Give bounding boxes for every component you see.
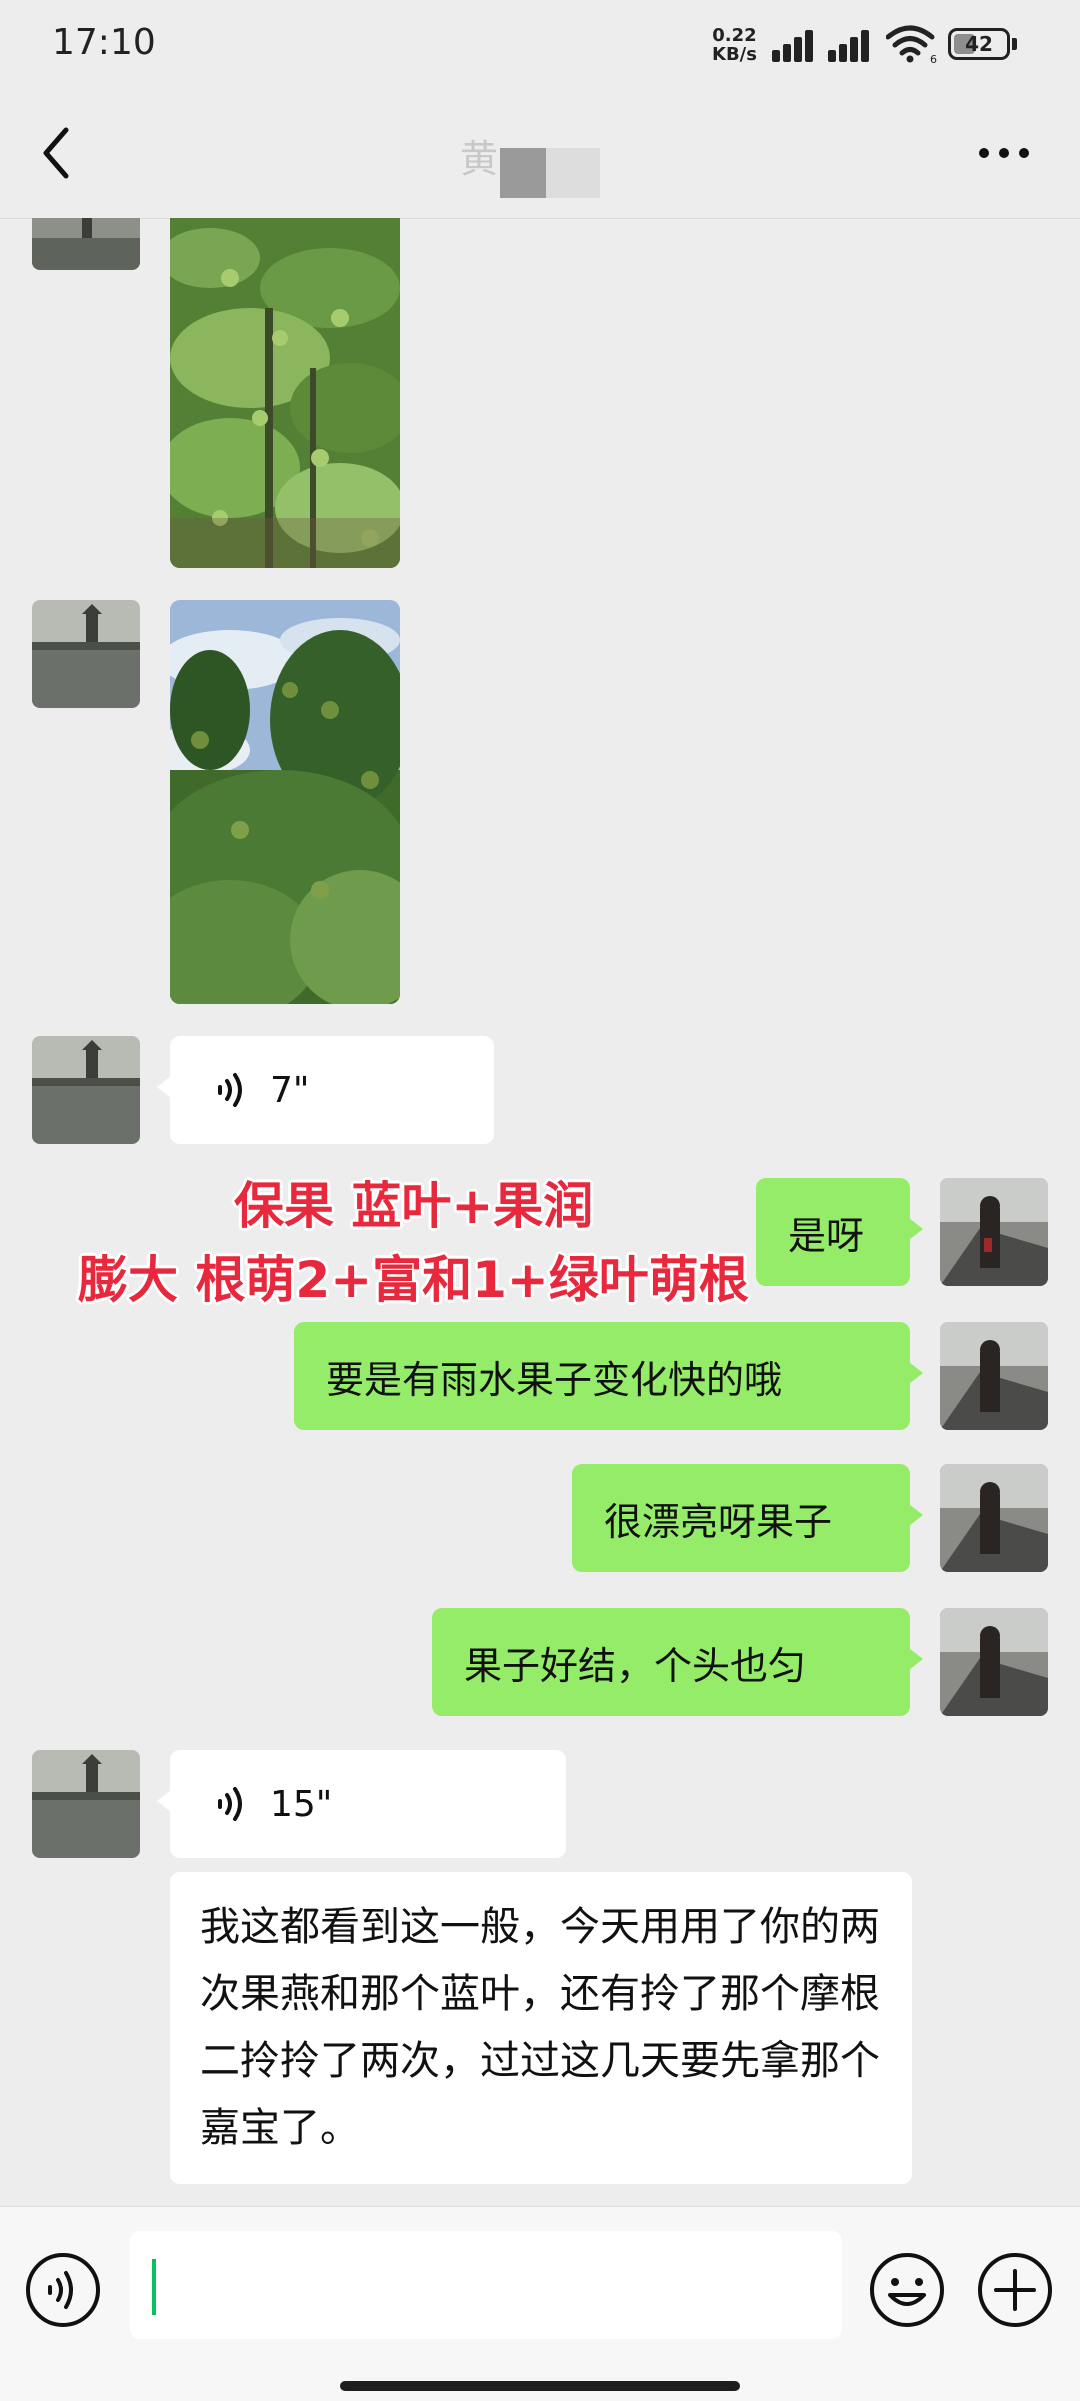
message-text: 要是有雨水果子变化快的哦	[326, 1357, 783, 1402]
voice-message[interactable]: 7"	[157, 1036, 494, 1144]
title-redaction	[500, 148, 546, 198]
voice-duration: 15"	[270, 1783, 333, 1825]
network-speed-unit: KB/s	[712, 44, 757, 65]
outgoing-message[interactable]: 很漂亮呀果子	[572, 1464, 923, 1572]
status-time: 17:10	[52, 22, 156, 63]
input-bar	[0, 2206, 1080, 2401]
contact-avatar[interactable]	[32, 1036, 140, 1144]
network-speed: 0.22 KB/s	[712, 26, 757, 64]
title-redaction	[546, 148, 600, 198]
message-text: 很漂亮呀果子	[604, 1499, 833, 1544]
message-text: 是呀	[788, 1213, 865, 1258]
more-options-button[interactable]	[974, 128, 1034, 178]
chat-image[interactable]	[170, 218, 400, 568]
contact-avatar[interactable]	[32, 600, 140, 708]
voice-playback-icon	[218, 1073, 242, 1107]
chat-image[interactable]	[170, 600, 400, 1004]
message-text: 果子好结，个头也匀	[464, 1643, 807, 1688]
incoming-message-text[interactable]: 我这都看到这一般，今天用用了你的两次果燕和那个蓝叶，还有拎了那个摩根二拎拎了两次…	[170, 1872, 912, 2184]
signal-icon	[828, 28, 878, 62]
battery-icon: 42	[948, 28, 1010, 60]
home-indicator[interactable]	[340, 2381, 740, 2391]
voice-message[interactable]: 15"	[157, 1750, 566, 1858]
text-cursor	[152, 2259, 156, 2315]
outgoing-message[interactable]: 是呀	[756, 1178, 923, 1286]
my-avatar[interactable]	[940, 1608, 1048, 1716]
outgoing-message[interactable]: 果子好结，个头也匀	[432, 1608, 923, 1716]
outgoing-message[interactable]: 要是有雨水果子变化快的哦	[294, 1322, 923, 1430]
contact-avatar[interactable]	[32, 1750, 140, 1858]
wifi-label: 6	[930, 53, 937, 64]
battery-level: 42	[965, 32, 993, 56]
signal-icon	[772, 28, 822, 62]
message-input[interactable]	[130, 2231, 842, 2339]
voice-toggle-button[interactable]	[24, 2251, 102, 2329]
status-bar: 17:10 0.22 KB/s 6 42	[0, 0, 1080, 90]
voice-duration: 7"	[270, 1069, 310, 1111]
network-speed-value: 0.22	[712, 25, 757, 46]
back-button[interactable]	[28, 118, 88, 188]
wifi-icon: 6	[886, 25, 937, 64]
contact-avatar[interactable]	[32, 218, 140, 270]
annotation-line-1: 保果 蓝叶+果润	[234, 1177, 594, 1235]
my-avatar[interactable]	[940, 1322, 1048, 1430]
emoji-button[interactable]	[868, 2251, 946, 2329]
battery-cap	[1012, 38, 1017, 50]
more-functions-button[interactable]	[976, 2251, 1054, 2329]
my-avatar[interactable]	[940, 1464, 1048, 1572]
chat-title: 黄	[460, 137, 499, 181]
chat-header: 黄	[0, 90, 1080, 219]
voice-playback-icon	[218, 1787, 242, 1821]
annotation-line-2: 膨大 根萌2+富和1+绿叶萌根	[78, 1251, 749, 1309]
my-avatar[interactable]	[940, 1178, 1048, 1286]
